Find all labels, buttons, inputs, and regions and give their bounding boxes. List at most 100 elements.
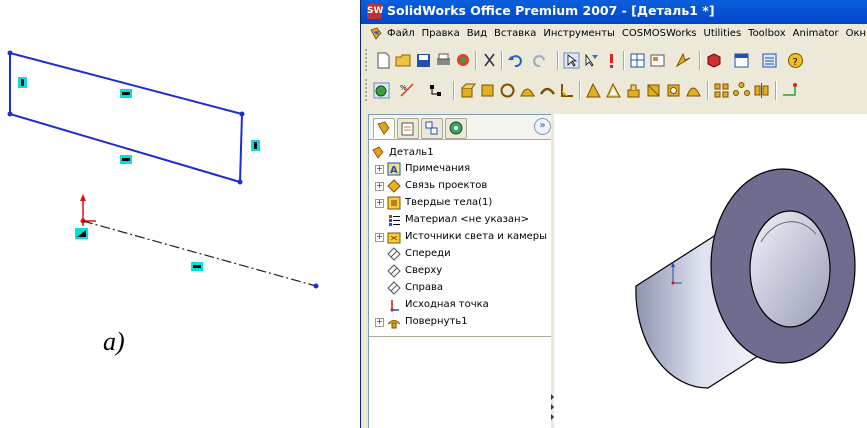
revolve-feature-icon [387, 320, 401, 329]
plane-icon [387, 264, 401, 278]
revolve-boss-icon[interactable] [479, 82, 496, 99]
circular-pattern-icon[interactable] [733, 82, 750, 99]
graphics-viewport[interactable] [554, 114, 867, 428]
expand-toggle[interactable]: + [375, 199, 384, 208]
horizontal-relation-icon [191, 262, 203, 271]
tree-label: Сверху [405, 265, 443, 276]
expand-toggle[interactable]: + [375, 233, 384, 242]
toolbar-separator [623, 51, 625, 70]
svg-text:?: ? [793, 57, 798, 68]
vertical-relation-icon [251, 140, 260, 151]
tree-label: Деталь1 [389, 147, 434, 158]
menu-toolbox[interactable]: Toolbox [748, 28, 786, 39]
chamfer-icon[interactable] [585, 82, 602, 99]
fillet-icon[interactable] [559, 82, 576, 99]
configurationmanager-tab-icon[interactable] [421, 118, 443, 139]
solid-bodies-icon [387, 196, 401, 210]
expand-toggle[interactable]: + [375, 318, 384, 327]
print-icon[interactable] [435, 52, 452, 69]
menu-view[interactable]: Вид [467, 28, 487, 39]
sketch-vertex [313, 283, 319, 289]
relations-icon[interactable] [427, 82, 444, 99]
coincident-relation-icon [75, 228, 88, 239]
undo-icon[interactable] [507, 52, 524, 69]
toolbar-separator [453, 81, 455, 100]
menu-animator[interactable]: Animator [793, 28, 839, 39]
view-options-icon[interactable] [761, 52, 778, 69]
expand-toggle[interactable]: + [375, 165, 384, 174]
grid-options-icon[interactable] [629, 52, 646, 69]
vertical-relation-icon [18, 77, 27, 88]
open-folder-icon[interactable] [395, 52, 412, 69]
menu-cosmosworks[interactable]: COSMOSWorks [622, 28, 697, 39]
sketch-vertex [237, 179, 243, 185]
print-preview-icon[interactable] [455, 52, 472, 69]
horizontal-relation-icon [120, 155, 132, 164]
toolbar-separator [475, 51, 477, 70]
reference-geometry-icon[interactable] [781, 82, 798, 99]
expand-toggle[interactable]: + [375, 182, 384, 191]
annotations-icon: A [387, 162, 401, 176]
title-bar[interactable]: SW SolidWorks Office Premium 2007 - [Дет… [361, 0, 867, 24]
properties-icon[interactable] [675, 52, 692, 69]
sheet-format-icon[interactable] [649, 52, 666, 69]
loft-icon[interactable] [519, 82, 536, 99]
sketch-vertex [7, 50, 13, 56]
collapse-panel-button[interactable]: » [534, 118, 551, 135]
rib-icon[interactable] [625, 82, 642, 99]
horizontal-relation-icon [120, 89, 132, 98]
smart-dimension-icon[interactable]: % [399, 82, 416, 99]
new-document-icon[interactable] [375, 52, 392, 69]
svg-text:A: A [390, 165, 398, 176]
part-3d-icon[interactable] [705, 52, 722, 69]
feature-manager-panel: » Деталь1 + A Примечания + Связь проекто… [368, 114, 553, 428]
sketch-figure [7, 50, 319, 289]
toolbar-grip[interactable] [365, 79, 370, 101]
select-pointer-icon[interactable] [563, 52, 580, 69]
menu-tools[interactable]: Инструменты [543, 28, 615, 39]
cut-icon[interactable] [481, 52, 498, 69]
display-tab-icon[interactable] [445, 118, 467, 139]
select-filter-icon[interactable] [583, 52, 600, 69]
tree-label: Источники света и камеры [405, 231, 548, 242]
material-icon [389, 215, 400, 226]
toolbar-separator [707, 81, 709, 100]
shell-icon[interactable] [605, 82, 622, 99]
mirror-icon[interactable] [753, 82, 770, 99]
revolved-cylinder-part[interactable] [635, 168, 856, 389]
toolbar-separator [775, 81, 777, 100]
solidworks-logo-icon[interactable]: SW [367, 4, 383, 19]
menu-edit[interactable]: Правка [422, 28, 460, 39]
menu-window[interactable]: Окн [846, 28, 866, 39]
sketch-tool-icon[interactable] [373, 82, 390, 99]
toolbar-grip[interactable] [365, 49, 370, 71]
sweep-icon[interactable] [499, 82, 516, 99]
tree-label: Связь проектов [405, 180, 488, 191]
menu-file[interactable]: Файл [387, 28, 415, 39]
part-icon [372, 146, 384, 159]
display-style-icon[interactable] [733, 52, 750, 69]
toolbar-separator [501, 51, 503, 70]
tree-label: Повернуть1 [405, 316, 468, 327]
menu-utilities[interactable]: Utilities [704, 28, 742, 39]
dome-icon[interactable] [685, 82, 702, 99]
featuremanager-tab-icon[interactable] [373, 118, 395, 139]
document-menu-icon[interactable] [369, 27, 383, 41]
linear-pattern-icon[interactable] [713, 82, 730, 99]
extruded-cut-icon[interactable] [539, 82, 556, 99]
extrude-boss-icon[interactable] [459, 82, 476, 99]
plane-icon [387, 281, 401, 295]
plane-icon [387, 247, 401, 261]
panel-divider [369, 336, 552, 337]
standard-toolbar: ? [361, 46, 867, 74]
redo-icon[interactable] [531, 52, 548, 69]
menu-insert[interactable]: Вставка [494, 28, 536, 39]
rebuild-icon[interactable] [603, 52, 620, 69]
draft-icon[interactable] [645, 82, 662, 99]
save-icon[interactable] [415, 52, 432, 69]
sketch-vertex [239, 111, 245, 117]
help-icon[interactable]: ? [787, 52, 804, 69]
hole-wizard-icon[interactable] [665, 82, 682, 99]
menu-bar: Файл Правка Вид Вставка Инструменты COSMOSWor… [361, 24, 867, 44]
propertymanager-tab-icon[interactable] [397, 118, 419, 139]
